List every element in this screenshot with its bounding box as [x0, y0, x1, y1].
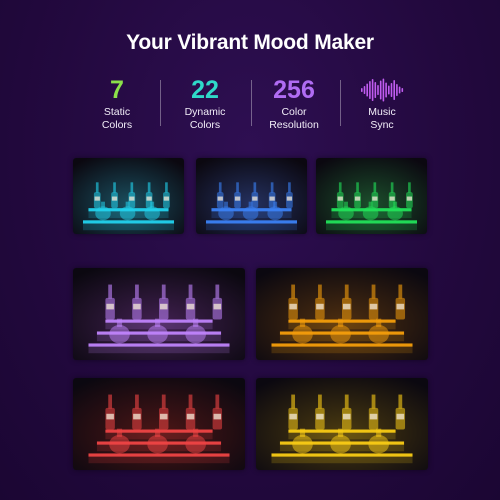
stat-divider: [160, 80, 161, 126]
stat-color-resolution: 256 Color Resolution: [256, 78, 332, 131]
page-title: Your Vibrant Mood Maker: [126, 31, 374, 54]
stat-label: Static Colors: [101, 106, 133, 131]
sound-wave-icon: [361, 78, 404, 102]
stat-number: 256: [273, 76, 315, 104]
stat-music-sync: Music Sync: [344, 78, 420, 131]
panel-blue-shelf: [196, 158, 307, 234]
panel-cyan-shelf: [73, 158, 184, 234]
stat-static-colors: 7 Static Colors: [79, 78, 155, 131]
panel-amber-shelf: [256, 268, 428, 360]
stat-number: 22: [191, 76, 219, 104]
panel-green-shelf: [316, 158, 427, 234]
panel-yellow-shelf: [256, 378, 428, 470]
stat-label: Color Resolution: [269, 106, 319, 131]
stat-label: Dynamic Colors: [184, 106, 226, 131]
stat-divider: [340, 80, 341, 126]
stat-divider: [251, 80, 252, 126]
panel-purple-shelf: [73, 268, 245, 360]
panel-red-shelf: [73, 378, 245, 470]
stat-dynamic-colors: 22 Dynamic Colors: [167, 78, 243, 131]
stat-label: Music Sync: [368, 106, 396, 131]
stat-number: 7: [110, 76, 124, 104]
